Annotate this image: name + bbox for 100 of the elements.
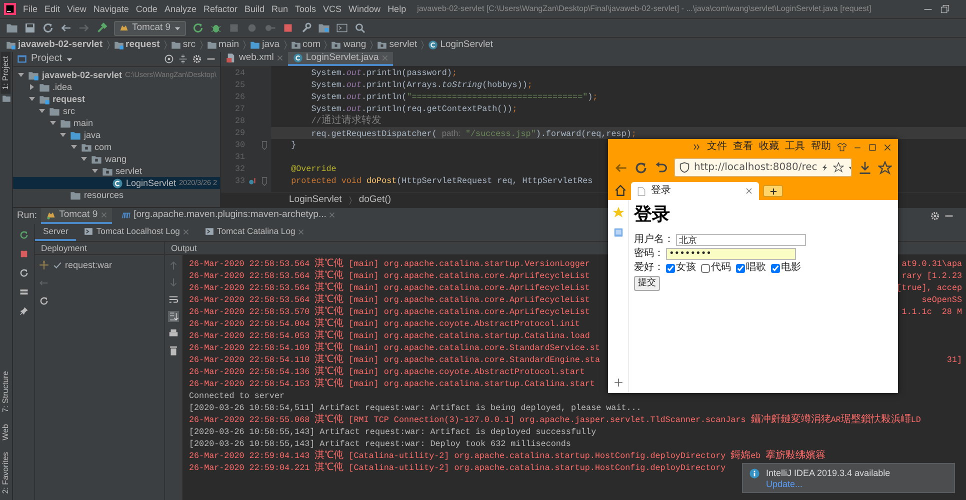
- menu-item[interactable]: Build: [244, 4, 264, 14]
- search-icon[interactable]: [354, 22, 366, 34]
- override-icon[interactable]: [248, 176, 257, 186]
- menu-item[interactable]: Window: [348, 4, 381, 14]
- submit-button[interactable]: 提交: [634, 276, 660, 291]
- undo-icon[interactable]: [654, 160, 668, 174]
- password-field[interactable]: ••••••••: [666, 248, 796, 260]
- run-tab[interactable]: Tomcat 9: [41, 208, 112, 224]
- menu-item[interactable]: File: [23, 4, 38, 14]
- close-icon[interactable]: [745, 187, 753, 195]
- breadcrumb-item[interactable]: src: [170, 39, 196, 51]
- collapse-all-icon[interactable]: [178, 54, 188, 64]
- close-icon[interactable]: [883, 142, 892, 152]
- collapse-arrow-icon[interactable]: [59, 131, 67, 139]
- tool-window-tab[interactable]: 2: Favorites: [1, 452, 11, 494]
- checkbox[interactable]: [736, 264, 745, 273]
- tree-item[interactable]: src: [13, 105, 220, 117]
- shirt-icon[interactable]: [837, 142, 847, 152]
- maximize-icon[interactable]: [868, 142, 877, 152]
- download-icon[interactable]: [858, 160, 872, 174]
- menu-item[interactable]: VCS: [323, 4, 342, 14]
- tree-item[interactable]: main: [13, 117, 220, 129]
- menu-item[interactable]: 查看: [733, 141, 753, 153]
- star-icon[interactable]: [878, 160, 892, 174]
- print-icon[interactable]: [168, 328, 179, 339]
- collapse-arrow-icon[interactable]: [70, 143, 78, 151]
- menu-item[interactable]: 文件: [707, 141, 727, 153]
- locate-icon[interactable]: [164, 54, 174, 64]
- collapse-arrow-icon[interactable]: [17, 71, 25, 79]
- breadcrumb-item[interactable]: main: [206, 39, 240, 51]
- menu-item[interactable]: Run: [272, 4, 288, 14]
- layout-icon[interactable]: [18, 287, 28, 297]
- checkbox[interactable]: [771, 264, 780, 273]
- checkbox[interactable]: [701, 264, 710, 273]
- collapse-arrow-icon[interactable]: [28, 95, 36, 103]
- save-icon[interactable]: [24, 22, 36, 34]
- refresh-icon[interactable]: [18, 268, 28, 278]
- tree-item[interactable]: wang: [13, 153, 220, 165]
- terminal-icon[interactable]: [336, 22, 348, 34]
- collapse-arrow-icon[interactable]: [80, 155, 88, 163]
- breadcrumb-item[interactable]: wang: [331, 39, 366, 51]
- menu-item[interactable]: 工具: [785, 141, 805, 153]
- new-tab-button[interactable]: [763, 185, 783, 197]
- panel-title[interactable]: Project: [31, 53, 62, 65]
- refresh-icon[interactable]: [634, 160, 648, 174]
- breadcrumb-item[interactable]: servlet: [377, 39, 418, 51]
- breadcrumb-item[interactable]: LoginServlet: [289, 194, 342, 206]
- browser-tab[interactable]: 登录: [631, 182, 759, 200]
- menu-item[interactable]: Analyze: [164, 4, 196, 14]
- fold-icon[interactable]: [261, 140, 268, 150]
- pin-icon[interactable]: [18, 306, 28, 316]
- checkbox-option[interactable]: 电影: [771, 262, 801, 274]
- tree-item[interactable]: request: [13, 93, 220, 105]
- stop-icon[interactable]: [18, 249, 28, 259]
- settings-icon[interactable]: [930, 211, 940, 221]
- tree-item[interactable]: resources: [13, 189, 220, 201]
- checkbox[interactable]: [666, 264, 675, 273]
- tree-item[interactable]: .idea: [13, 81, 220, 93]
- soft-wrap-icon[interactable]: [168, 294, 179, 305]
- run-config-dropdown[interactable]: Tomcat 9: [114, 20, 186, 36]
- console-tab[interactable]: Tomcat Catalina Log: [196, 224, 312, 241]
- fold-icon[interactable]: [261, 176, 268, 186]
- address-bar[interactable]: http://localhost:8080/rec: [674, 158, 852, 177]
- trash-icon[interactable]: [168, 345, 179, 356]
- tablet-icon[interactable]: [612, 227, 624, 238]
- tree-item[interactable]: java: [13, 129, 220, 141]
- menu-item[interactable]: 帮助: [811, 141, 831, 153]
- menu-item[interactable]: Code: [136, 4, 158, 14]
- bug-icon[interactable]: [210, 22, 222, 34]
- rerun-icon[interactable]: [18, 230, 28, 240]
- console-tab[interactable]: Server: [35, 224, 76, 241]
- tree-item[interactable]: servlet: [13, 165, 220, 177]
- checkbox-option[interactable]: 唱歌: [736, 262, 766, 274]
- hammer-icon[interactable]: [96, 22, 108, 34]
- breadcrumb-item[interactable]: com: [290, 39, 320, 51]
- back-arrow-icon[interactable]: [60, 22, 72, 34]
- text-field[interactable]: 北京: [676, 234, 806, 246]
- chevron-icon[interactable]: [693, 143, 701, 151]
- menu-item[interactable]: View: [67, 4, 86, 14]
- breadcrumb-item[interactable]: java: [250, 39, 280, 51]
- tool-window-tab[interactable]: 1: Project: [1, 52, 11, 94]
- rerun-icon[interactable]: [192, 22, 204, 34]
- menu-item[interactable]: Edit: [44, 4, 60, 14]
- deployment-item[interactable]: request:war: [53, 259, 112, 271]
- editor-tab[interactable]: web.xml: [221, 52, 288, 66]
- sync-icon[interactable]: [42, 22, 54, 34]
- expand-arrow-icon[interactable]: [28, 83, 36, 91]
- menu-item[interactable]: Refactor: [203, 4, 238, 14]
- menu-item[interactable]: Navigate: [93, 4, 129, 14]
- settings-icon[interactable]: [192, 54, 202, 64]
- restore-icon[interactable]: [940, 4, 950, 14]
- star-icon[interactable]: [612, 206, 624, 219]
- lightning-icon[interactable]: [821, 162, 830, 173]
- checkbox-option[interactable]: 女孩: [666, 262, 696, 274]
- collapse-arrow-icon[interactable]: [48, 119, 56, 127]
- run-tab[interactable]: [org.apache.maven.plugins:maven-archetyp...: [116, 208, 340, 224]
- deploy-icon[interactable]: [39, 260, 49, 270]
- tool-window-tab[interactable]: Web: [1, 424, 11, 440]
- tree-item[interactable]: com: [13, 141, 220, 153]
- menu-item[interactable]: Tools: [295, 4, 316, 14]
